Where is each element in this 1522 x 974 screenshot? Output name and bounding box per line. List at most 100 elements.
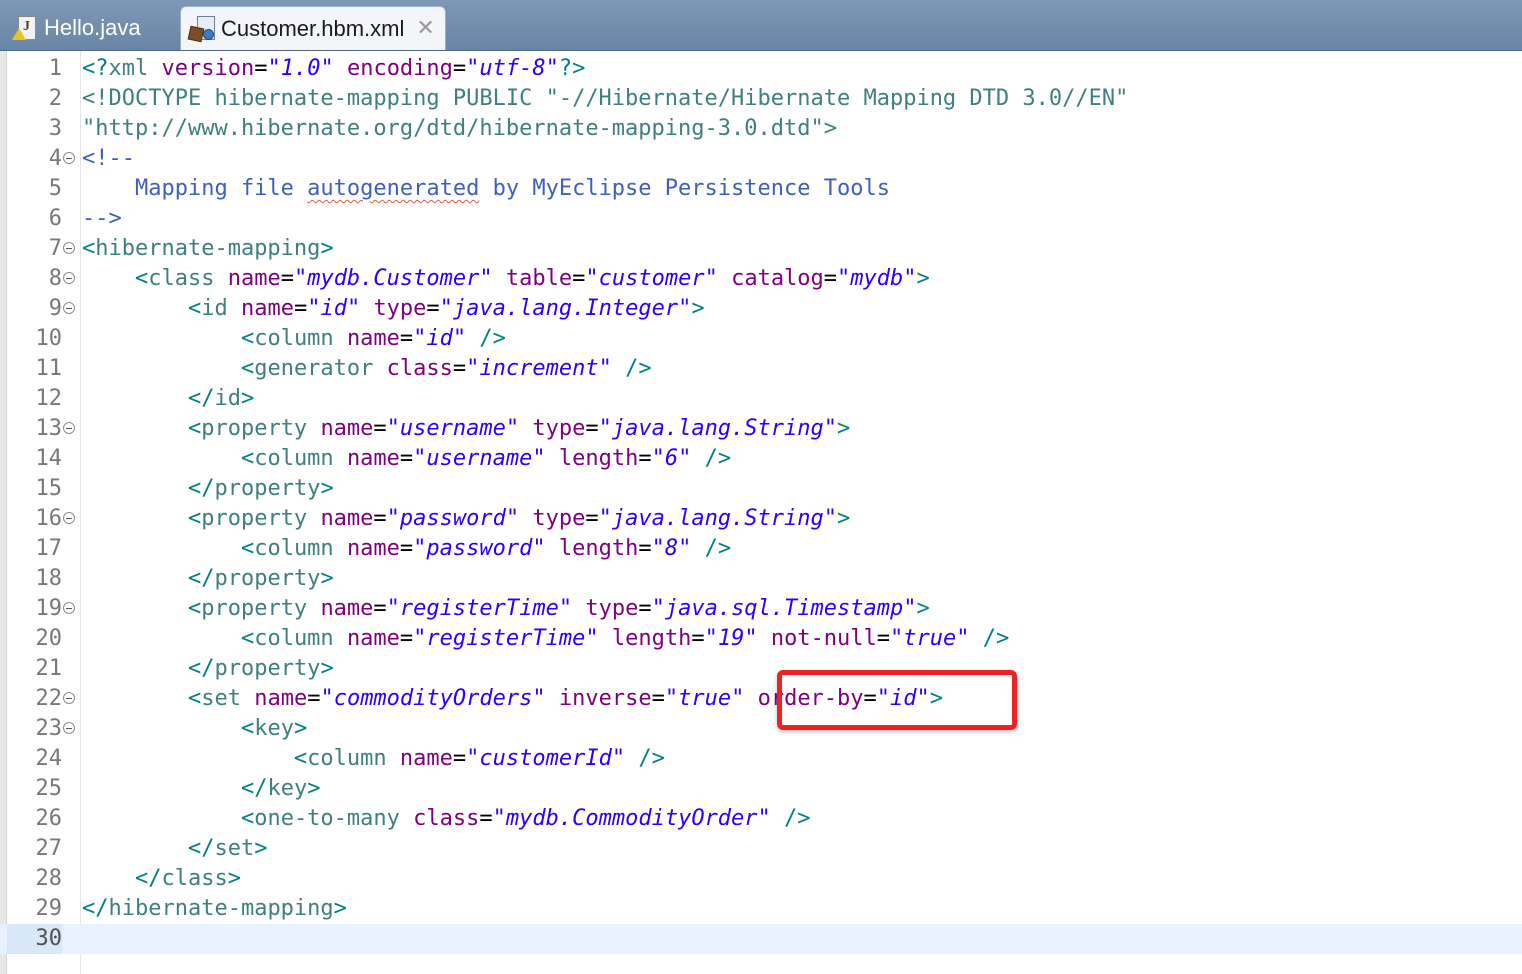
fold-collapse-icon[interactable]: [63, 512, 75, 524]
code-text: </key>: [240, 776, 321, 801]
line-number: 21: [35, 656, 63, 681]
tab-label: Customer.hbm.xml: [221, 15, 405, 41]
line-number: 26: [35, 806, 63, 831]
fold-collapse-icon[interactable]: [63, 152, 75, 164]
line-number: 1: [48, 56, 62, 81]
code-line[interactable]: 3 "http://www.hibernate.org/dtd/hibernate…: [0, 114, 1522, 144]
code-text: <column name="registerTime" length="19" …: [240, 626, 1010, 651]
line-number: 14: [35, 446, 63, 471]
code-text: </property>: [187, 656, 334, 681]
code-text: <key>: [240, 716, 308, 741]
line-number: 15: [35, 476, 63, 501]
line-number: 5: [48, 176, 62, 201]
code-line[interactable]: 12 </id>: [0, 384, 1522, 414]
tab-customer-hbm-xml[interactable]: Customer.hbm.xml ✕: [180, 6, 446, 50]
code-line[interactable]: 17 <column name="password" length="8" />: [0, 534, 1522, 564]
line-number: 13: [35, 416, 63, 441]
fold-collapse-icon[interactable]: [63, 272, 75, 284]
line-number: 12: [35, 386, 63, 411]
code-line[interactable]: 28 </class>: [0, 864, 1522, 894]
code-line[interactable]: 16 <property name="password" type="java.…: [0, 504, 1522, 534]
code-line[interactable]: 4 <!--: [0, 144, 1522, 174]
code-line[interactable]: 7 <hibernate-mapping>: [0, 234, 1522, 264]
line-number: 29: [35, 896, 63, 921]
code-line[interactable]: 24 <column name="customerId" />: [0, 744, 1522, 774]
fold-collapse-icon[interactable]: [63, 692, 75, 704]
line-number: 9: [48, 296, 62, 321]
code-line[interactable]: 20 <column name="registerTime" length="1…: [0, 624, 1522, 654]
line-number: 7: [48, 236, 62, 261]
line-number: 8: [48, 266, 62, 291]
hibernate-mapping-file-icon: [187, 15, 215, 43]
code-line[interactable]: 5 Mapping file autogenerated by MyEclips…: [0, 174, 1522, 204]
code-text: <property name="registerTime" type="java…: [187, 596, 930, 621]
code-line[interactable]: 22 <set name="commodityOrders" inverse="…: [0, 684, 1522, 714]
code-line[interactable]: 27 </set>: [0, 834, 1522, 864]
line-number: 6: [48, 206, 62, 231]
line-number: 3: [48, 116, 62, 141]
line-number: 17: [35, 536, 63, 561]
code-line[interactable]: 8 <class name="mydb.Customer" table="cus…: [0, 264, 1522, 294]
code-text: Mapping file autogenerated by MyEclipse …: [82, 176, 890, 201]
code-text: </set>: [187, 836, 268, 861]
code-line[interactable]: 21 </property>: [0, 654, 1522, 684]
code-text: "http://www.hibernate.org/dtd/hibernate-…: [82, 116, 837, 141]
code-line[interactable]: 6 -->: [0, 204, 1522, 234]
editor-tab-bar: J Hello.java Customer.hbm.xml ✕: [0, 0, 1522, 51]
code-text: <property name="username" type="java.lan…: [187, 416, 851, 441]
tab-label: Hello.java: [44, 15, 141, 40]
code-text: <id name="id" type="java.lang.Integer">: [187, 296, 705, 321]
line-number: 16: [35, 506, 63, 531]
line-number: 23: [35, 716, 63, 741]
line-number: 24: [35, 746, 63, 771]
code-line[interactable]: 13 <property name="username" type="java.…: [0, 414, 1522, 444]
code-line[interactable]: 15 </property>: [0, 474, 1522, 504]
code-line[interactable]: 29 </hibernate-mapping>: [0, 894, 1522, 924]
code-text: <generator class="increment" />: [240, 356, 652, 381]
line-number: 10: [35, 326, 63, 351]
order-by-highlight-annotation: [777, 670, 1017, 730]
fold-collapse-icon[interactable]: [63, 602, 75, 614]
xml-editor[interactable]: 1 <?xml version="1.0" encoding="utf-8"?> 2…: [0, 51, 1522, 974]
line-number: 20: [35, 626, 63, 651]
line-number: 19: [35, 596, 63, 621]
line-number: 30: [7, 924, 62, 954]
java-file-warning-icon: J: [12, 14, 38, 42]
code-line[interactable]: 25 </key>: [0, 774, 1522, 804]
code-text: </id>: [187, 386, 255, 411]
code-line[interactable]: 19 <property name="registerTime" type="j…: [0, 594, 1522, 624]
line-number: 11: [35, 356, 63, 381]
fold-collapse-icon[interactable]: [63, 422, 75, 434]
code-line[interactable]: 9 <id name="id" type="java.lang.Integer"…: [0, 294, 1522, 324]
fold-collapse-icon[interactable]: [63, 302, 75, 314]
line-number: 27: [35, 836, 63, 861]
code-line[interactable]: 14 <column name="username" length="6" />: [0, 444, 1522, 474]
code-text: <hibernate-mapping>: [82, 236, 334, 261]
tab-hello-java[interactable]: J Hello.java: [4, 6, 180, 50]
code-text: <column name="username" length="6" />: [240, 446, 732, 471]
code-line[interactable]: 2 <!DOCTYPE hibernate-mapping PUBLIC "-//…: [0, 84, 1522, 114]
fold-collapse-icon[interactable]: [63, 722, 75, 734]
code-text: </class>: [134, 866, 241, 891]
fold-collapse-icon[interactable]: [63, 242, 75, 254]
code-text: </property>: [187, 566, 334, 591]
line-number: 4: [48, 146, 62, 171]
code-text: <?xml version="1.0" encoding="utf-8"?>: [82, 56, 586, 81]
code-line[interactable]: 18 </property>: [0, 564, 1522, 594]
line-number: 22: [35, 686, 63, 711]
code-line[interactable]: 11 <generator class="increment" />: [0, 354, 1522, 384]
code-line[interactable]: 23 <key>: [0, 714, 1522, 744]
code-text: <column name="id" />: [240, 326, 506, 351]
code-text: -->: [82, 206, 122, 231]
code-line[interactable]: 26 <one-to-many class="mydb.CommodityOrd…: [0, 804, 1522, 834]
code-text: <!--: [82, 146, 135, 171]
code-text: <one-to-many class="mydb.CommodityOrder"…: [240, 806, 811, 831]
code-line[interactable]: 30: [0, 924, 1522, 954]
close-tab-icon[interactable]: ✕: [416, 16, 434, 41]
line-number: 25: [35, 776, 63, 801]
line-number: 28: [35, 866, 63, 891]
code-line[interactable]: 10 <column name="id" />: [0, 324, 1522, 354]
code-line[interactable]: 1 <?xml version="1.0" encoding="utf-8"?>: [0, 54, 1522, 84]
code-text: <column name="password" length="8" />: [240, 536, 732, 561]
code-text: <column name="customerId" />: [293, 746, 665, 771]
